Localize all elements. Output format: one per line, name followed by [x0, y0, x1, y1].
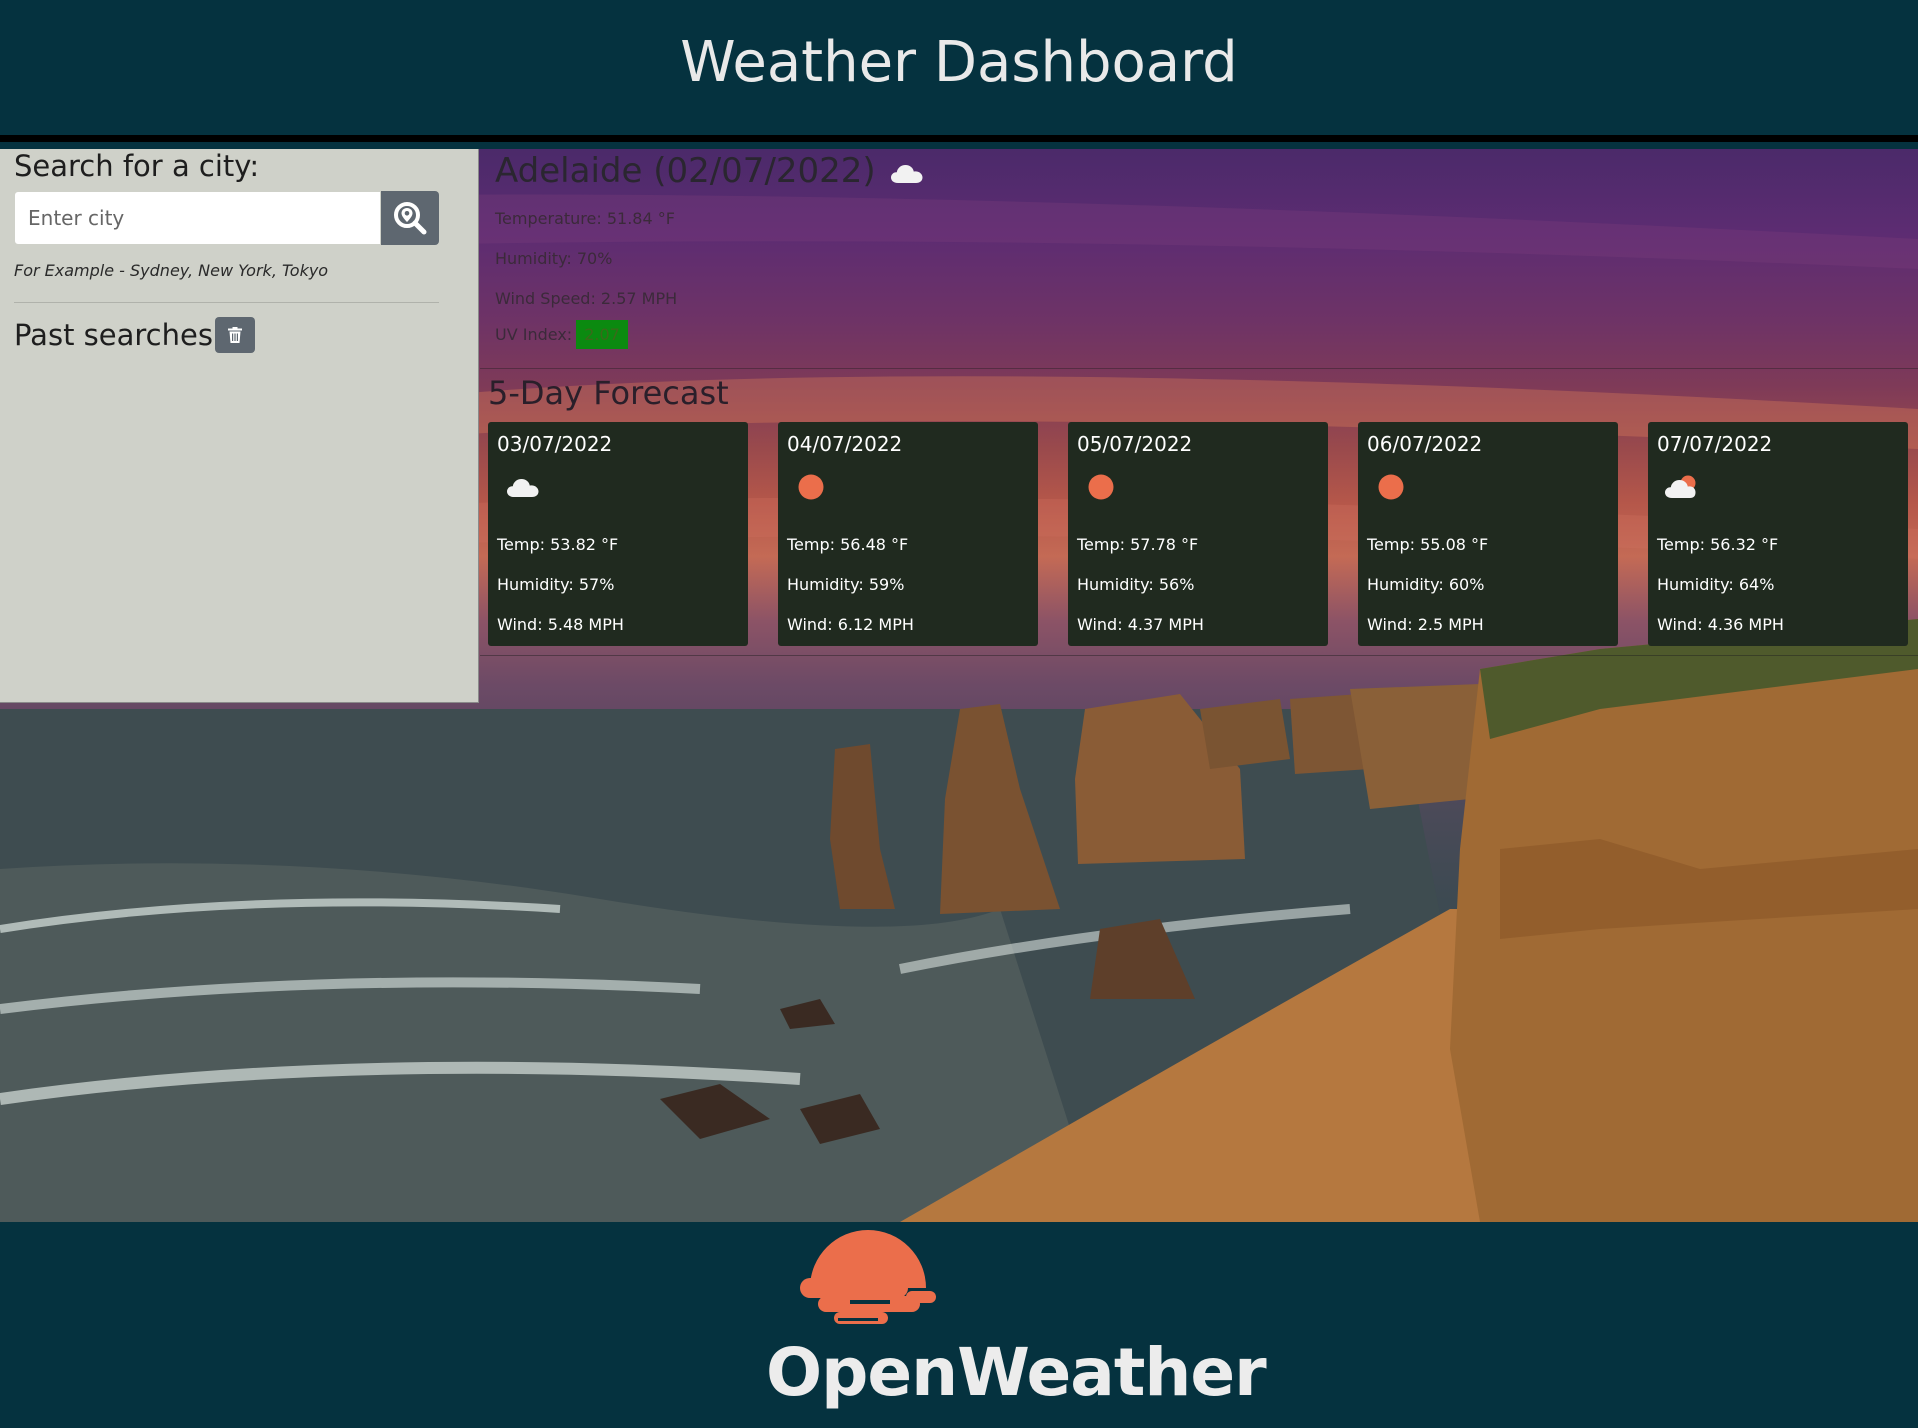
- forecast-humidity: Humidity: 60%: [1367, 575, 1485, 594]
- forecast-date: 06/07/2022: [1367, 432, 1483, 456]
- forecast-date: 07/07/2022: [1657, 432, 1773, 456]
- current-temperature: Temperature: 51.84 °F: [495, 209, 675, 228]
- sun-icon: [1378, 474, 1404, 500]
- forecast-temp: Temp: 56.32 °F: [1657, 535, 1779, 554]
- current-city-title: Adelaide (02/07/2022): [495, 151, 876, 191]
- forecast-humidity: Humidity: 56%: [1077, 575, 1195, 594]
- forecast-temp: Temp: 57.78 °F: [1077, 535, 1199, 554]
- forecast-temp: Temp: 55.08 °F: [1367, 535, 1489, 554]
- forecast-wind: Wind: 5.48 MPH: [497, 615, 624, 634]
- forecast-date: 04/07/2022: [787, 432, 903, 456]
- cloud-icon: [507, 479, 539, 497]
- uv-index-badge: 2.07: [576, 320, 628, 349]
- forecast-date: 03/07/2022: [497, 432, 613, 456]
- search-example-hint: For Example - Sydney, New York, Tokyo: [14, 261, 329, 280]
- forecast-wind: Wind: 4.37 MPH: [1077, 615, 1204, 634]
- city-search-input[interactable]: [14, 191, 382, 245]
- search-bar: [14, 191, 439, 245]
- clear-history-button[interactable]: [214, 317, 255, 353]
- location-search-icon: [394, 202, 427, 235]
- forecast-card-1: 03/07/2022 Temp: 53.82 °F Humidity: 57% …: [488, 422, 748, 646]
- cloud-icon: [890, 165, 923, 183]
- forecast-wind: Wind: 2.5 MPH: [1367, 615, 1484, 634]
- forecast-date: 05/07/2022: [1077, 432, 1193, 456]
- forecast-temp: Temp: 53.82 °F: [497, 535, 619, 554]
- forecast-card-2: 04/07/2022 Temp: 56.48 °F Humidity: 59% …: [778, 422, 1038, 646]
- openweather-logo-text: OpenWeather: [766, 1334, 1267, 1411]
- partly-cloudy-icon: [1665, 475, 1696, 498]
- current-city-row: Adelaide (02/07/2022): [495, 151, 924, 191]
- forecast-card-3: 05/07/2022 Temp: 57.78 °F Humidity: 56% …: [1068, 422, 1328, 646]
- forecast-heading: 5-Day Forecast: [488, 374, 729, 412]
- forecast-humidity: Humidity: 57%: [497, 575, 615, 594]
- page-title: Weather Dashboard: [680, 30, 1238, 95]
- page-header: Weather Dashboard: [0, 0, 1918, 142]
- page-footer: OpenWeather: [0, 1222, 1918, 1428]
- search-sidebar: Search for a city: For Example - Sydney,…: [0, 149, 479, 703]
- past-searches-header: Past searches: [14, 317, 255, 353]
- current-wind-speed: Wind Speed: 2.57 MPH: [495, 289, 678, 308]
- forecast-card-5: 07/07/2022 Temp: 56.32 °F Humidity: 64% …: [1648, 422, 1908, 646]
- search-heading: Search for a city:: [14, 149, 260, 183]
- forecast-card-4: 06/07/2022 Temp: 55.08 °F Humidity: 60% …: [1358, 422, 1618, 646]
- sun-icon: [798, 474, 824, 500]
- trash-icon: [227, 327, 242, 343]
- current-weather-panel: Adelaide (02/07/2022) Temperature: 51.84…: [480, 149, 1918, 369]
- forecast-wind: Wind: 4.36 MPH: [1657, 615, 1784, 634]
- sidebar-divider: [14, 302, 439, 303]
- forecast-humidity: Humidity: 59%: [787, 575, 905, 594]
- search-button[interactable]: [381, 191, 439, 245]
- forecast-wind: Wind: 6.12 MPH: [787, 615, 914, 634]
- current-uv-row: UV Index: 2.07: [495, 320, 628, 349]
- openweather-logo-icon: [800, 1230, 936, 1324]
- past-searches-title: Past searches: [14, 318, 213, 352]
- sun-icon: [1088, 474, 1114, 500]
- uv-index-label: UV Index:: [495, 325, 573, 344]
- forecast-humidity: Humidity: 64%: [1657, 575, 1775, 594]
- current-humidity: Humidity: 70%: [495, 249, 613, 268]
- forecast-temp: Temp: 56.48 °F: [787, 535, 909, 554]
- forecast-cards: 03/07/2022 Temp: 53.82 °F Humidity: 57% …: [480, 422, 1918, 656]
